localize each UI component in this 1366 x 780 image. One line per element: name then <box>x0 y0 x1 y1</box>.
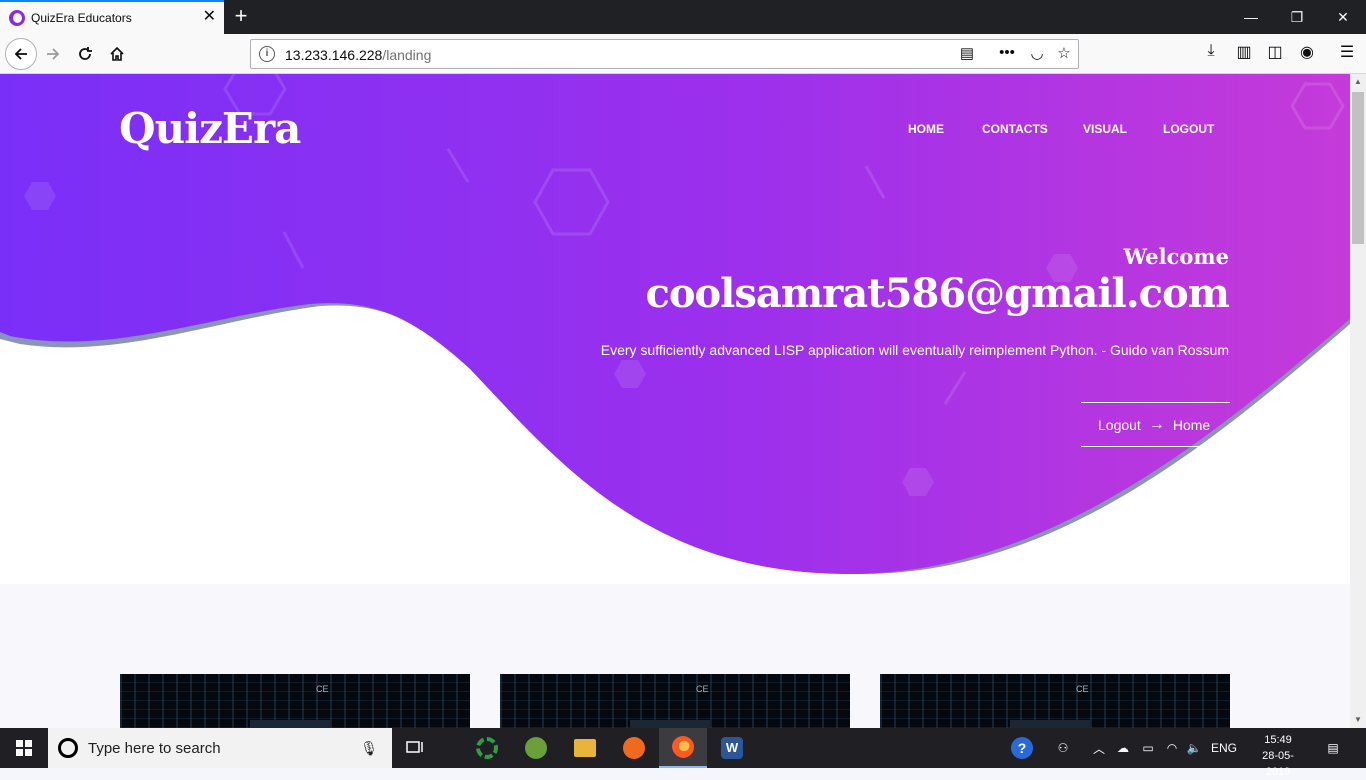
arrow-right-icon: → <box>1148 415 1165 433</box>
windows-taskbar: Type here to search 🎙 W ? ⚇ ︿ ☁ ▭ ◠ 🔈 EN… <box>0 728 1366 778</box>
reload-icon <box>79 47 92 60</box>
clock-date: 28-05-2019 <box>1262 750 1294 778</box>
search-placeholder: Type here to search <box>88 739 221 757</box>
browser-tab-active[interactable]: QuizEra Educators ✕ <box>0 0 224 34</box>
site-logo[interactable]: QuizEra <box>119 104 301 153</box>
card-mark: CE <box>1076 684 1089 694</box>
nav-contacts[interactable]: CONTACTS <box>982 122 1048 136</box>
scroll-thumb[interactable] <box>1352 92 1364 244</box>
card-image-detail <box>630 720 710 728</box>
nav-visual[interactable]: VISUAL <box>1083 122 1127 136</box>
page-actions-icon[interactable]: ••• <box>996 44 1018 61</box>
battery-icon[interactable]: ▭ <box>1138 728 1158 768</box>
page-viewport: QuizEra HOME CONTACTS VISUAL LOGOUT Welc… <box>0 74 1350 728</box>
file-explorer-icon[interactable] <box>561 728 609 768</box>
cortana-icon <box>58 738 78 758</box>
new-tab-button[interactable]: + <box>230 2 252 30</box>
scroll-up-icon[interactable]: ▲ <box>1350 74 1366 90</box>
nav-logout[interactable]: LOGOUT <box>1163 122 1214 136</box>
welcome-heading: Welcome <box>1123 244 1229 269</box>
back-button[interactable] <box>5 38 37 70</box>
task-view-icon[interactable] <box>392 728 440 768</box>
library-icon[interactable]: ▥ <box>1232 42 1256 62</box>
sidebar-icon[interactable]: ◫ <box>1263 42 1287 62</box>
clock-time: 15:49 <box>1264 734 1292 746</box>
edge-icon[interactable] <box>610 728 658 768</box>
pocket-icon[interactable]: ◡ <box>1026 44 1048 62</box>
course-card-1[interactable]: CE <box>120 674 470 728</box>
menu-hamburger-icon[interactable]: ☰ <box>1335 42 1359 62</box>
quizera-favicon-icon <box>9 10 25 26</box>
forward-button[interactable] <box>38 39 68 69</box>
microphone-icon[interactable]: 🎙 <box>360 740 378 757</box>
show-hidden-icons[interactable]: ︿ <box>1090 728 1108 768</box>
downloads-icon[interactable]: ⤓ <box>1199 42 1223 60</box>
scroll-down-icon[interactable]: ▼ <box>1350 712 1366 728</box>
quote-text: Every sufficiently advanced LISP applica… <box>600 342 1229 358</box>
taskbar-clock[interactable]: 15:49 28-05-2019 <box>1250 732 1306 780</box>
card-image-detail <box>250 720 330 728</box>
browser-tabbar: QuizEra Educators ✕ + — ❐ ✕ <box>0 0 1366 34</box>
url-host: 13.233.146.228 <box>285 47 383 63</box>
windows-logo-icon <box>16 740 32 756</box>
restore-button[interactable]: ❐ <box>1274 0 1320 34</box>
people-icon[interactable]: ⚇ <box>1050 728 1076 768</box>
firefox-icon[interactable] <box>659 728 707 768</box>
user-email: coolsamrat586@gmail.com <box>645 270 1230 317</box>
tab-title: QuizEra Educators <box>31 11 132 25</box>
browser-navbar: i 13.233.146.228/landing ▤ ••• ◡ ☆ ⤓ ▥ ◫… <box>0 34 1366 74</box>
notifications-icon[interactable]: ▤ <box>1320 728 1346 768</box>
start-button[interactable] <box>0 728 48 768</box>
course-card-2[interactable]: CE <box>500 674 850 728</box>
url-bar[interactable]: i 13.233.146.228/landing ▤ ••• ◡ ☆ <box>250 39 1079 69</box>
word-icon[interactable]: W <box>708 728 756 768</box>
logout-home-button[interactable]: Logout → Home <box>1081 402 1230 447</box>
back-arrow-icon <box>14 48 27 60</box>
card-mark: CE <box>696 684 709 694</box>
card-image-detail <box>1010 720 1090 728</box>
android-studio-icon[interactable] <box>512 728 560 768</box>
url-text[interactable]: 13.233.146.228/landing <box>285 47 431 63</box>
forward-arrow-icon <box>47 48 60 60</box>
close-window-button[interactable]: ✕ <box>1320 0 1366 34</box>
home-label: Home <box>1172 416 1211 433</box>
reload-button[interactable] <box>70 39 100 69</box>
minimize-button[interactable]: — <box>1228 0 1274 34</box>
volume-icon[interactable]: 🔈 <box>1184 728 1204 768</box>
logout-label: Logout <box>1098 416 1141 433</box>
nav-home[interactable]: HOME <box>908 122 944 136</box>
page-scrollbar[interactable]: ▲ ▼ <box>1350 74 1366 728</box>
wifi-icon[interactable]: ◠ <box>1162 728 1182 768</box>
card-mark: CE <box>316 684 329 694</box>
home-icon <box>110 46 124 61</box>
spinner-app-icon[interactable] <box>463 728 511 768</box>
account-icon[interactable]: ◉ <box>1295 42 1319 62</box>
tab-close-icon[interactable]: ✕ <box>203 8 216 26</box>
home-button[interactable] <box>102 39 132 69</box>
taskbar-search[interactable]: Type here to search 🎙 <box>48 728 392 768</box>
bookmark-star-icon[interactable]: ☆ <box>1053 44 1075 62</box>
reader-view-icon[interactable]: ▤ <box>956 44 978 62</box>
course-card-3[interactable]: CE <box>880 674 1230 728</box>
language-indicator[interactable]: ENG <box>1208 728 1240 768</box>
onedrive-icon[interactable]: ☁ <box>1112 728 1134 768</box>
help-icon[interactable]: ? <box>1008 728 1036 768</box>
site-info-icon[interactable]: i <box>259 46 275 62</box>
url-path: /landing <box>382 47 432 63</box>
